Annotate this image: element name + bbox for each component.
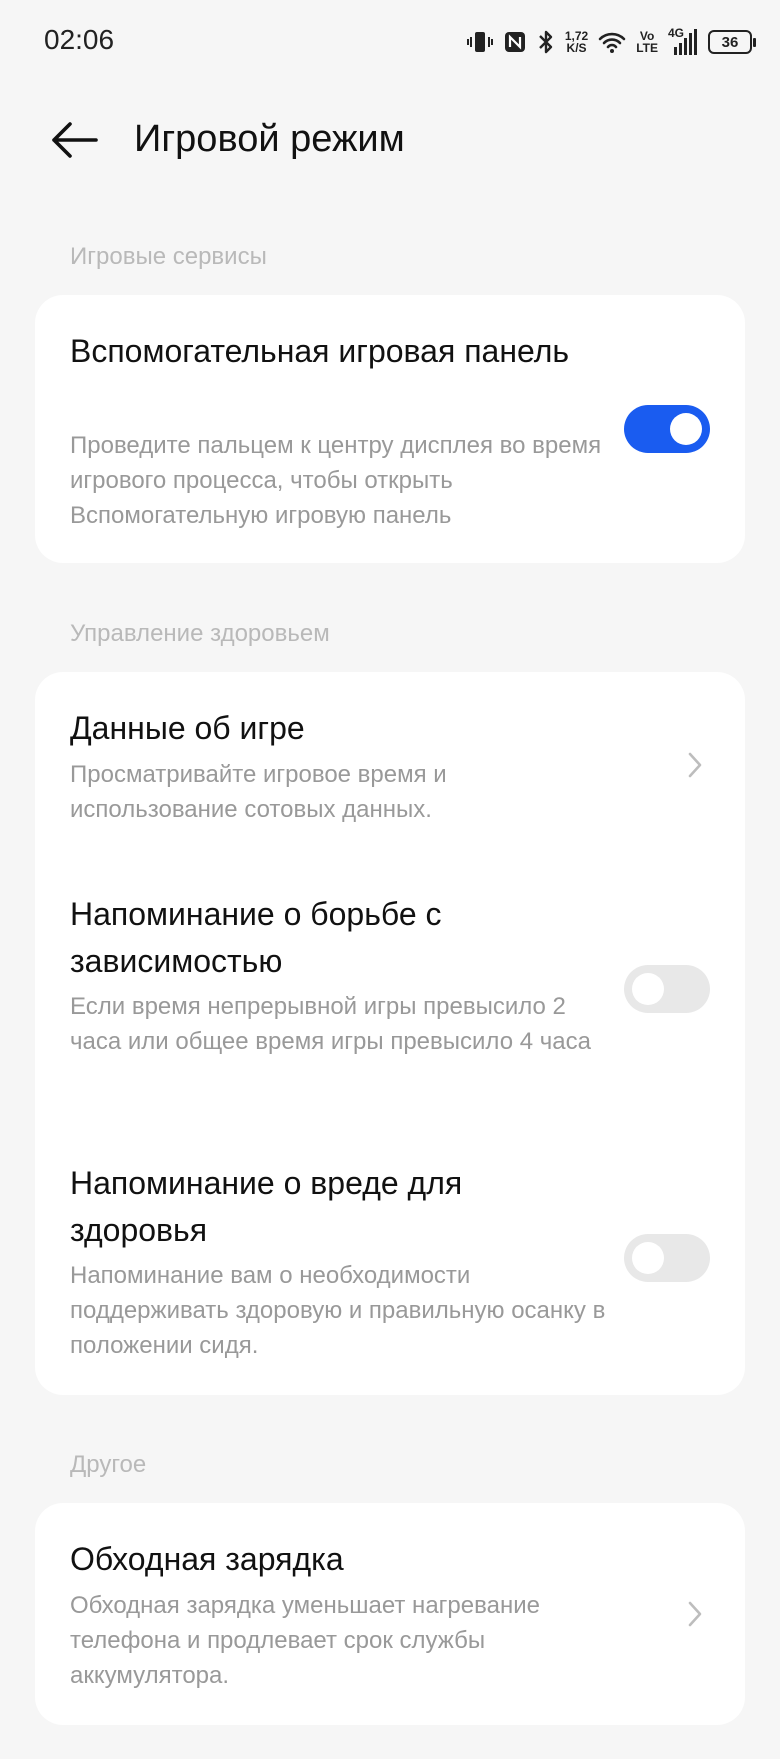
setting-description: Если время непрерывной игры превысило 2 …: [70, 993, 591, 1055]
toggle-knob: [670, 413, 702, 445]
status-time: 02:06: [44, 24, 115, 55]
card-health: Данные об игре Просматривайте игровое вр…: [35, 672, 745, 1395]
section-title-other: Другое: [70, 1451, 147, 1478]
setting-description: Просматривайте игровое время и использов…: [70, 761, 447, 823]
toggle-knob: [632, 973, 664, 1005]
bluetooth-icon: [537, 29, 555, 55]
setting-description: Напоминание вам о необходимости поддержи…: [70, 1262, 606, 1359]
setting-description: Проведите пальцем к центру дисплея во вр…: [70, 432, 602, 529]
setting-row-health-reminder[interactable]: Напоминание о вреде для здоровья Напомин…: [35, 1127, 745, 1395]
page-title: Игровой режим: [134, 118, 405, 160]
arrow-left-icon: [52, 122, 98, 158]
vibrate-icon: [466, 29, 493, 55]
setting-row-bypass-charging[interactable]: Обходная зарядка Обходная зарядка уменьш…: [35, 1503, 745, 1725]
network-speed: 1,72 K/S: [564, 29, 589, 55]
toggle-knob: [632, 1242, 664, 1274]
health-reminder-toggle[interactable]: [624, 1234, 710, 1282]
status-icons: 1,72 K/S Vo LTE 4G 36: [466, 22, 756, 62]
setting-title: Напоминание о борьбе с зависимостью: [70, 896, 442, 979]
nfc-icon: [503, 30, 527, 54]
chevron-right-icon: [688, 752, 702, 778]
setting-description: Обходная зарядка уменьшает нагревание те…: [70, 1592, 540, 1689]
signal-icon: 4G: [668, 27, 698, 57]
setting-row-game-data[interactable]: Данные об игре Просматривайте игровое вр…: [35, 672, 745, 852]
setting-row-game-panel[interactable]: Вспомогательная игровая панель Проведите…: [35, 295, 745, 563]
setting-row-addiction-reminder[interactable]: Напоминание о борьбе с зависимостью Если…: [35, 858, 745, 1128]
section-title-game-services: Игровые сервисы: [70, 243, 267, 270]
chevron-right-icon: [688, 1601, 702, 1627]
battery-icon: 36: [708, 30, 756, 54]
section-title-health: Управление здоровьем: [70, 620, 330, 647]
setting-title: Обходная зарядка: [70, 1541, 344, 1577]
back-button[interactable]: [48, 118, 100, 162]
card-other: Обходная зарядка Обходная зарядка уменьш…: [35, 1503, 745, 1725]
setting-title: Напоминание о вреде для здоровья: [70, 1165, 463, 1248]
setting-title: Данные об игре: [70, 710, 305, 746]
setting-title: Вспомогательная игровая панель: [70, 333, 570, 369]
game-panel-toggle[interactable]: [624, 405, 710, 453]
wifi-icon: [598, 30, 626, 54]
app-header: Игровой режим: [0, 100, 780, 180]
volte-indicator: Vo LTE: [636, 29, 658, 55]
status-bar: 02:06 1,72 K/S Vo LTE 4G 36: [0, 0, 780, 84]
card-game-services: Вспомогательная игровая панель Проведите…: [35, 295, 745, 563]
addiction-reminder-toggle[interactable]: [624, 965, 710, 1013]
